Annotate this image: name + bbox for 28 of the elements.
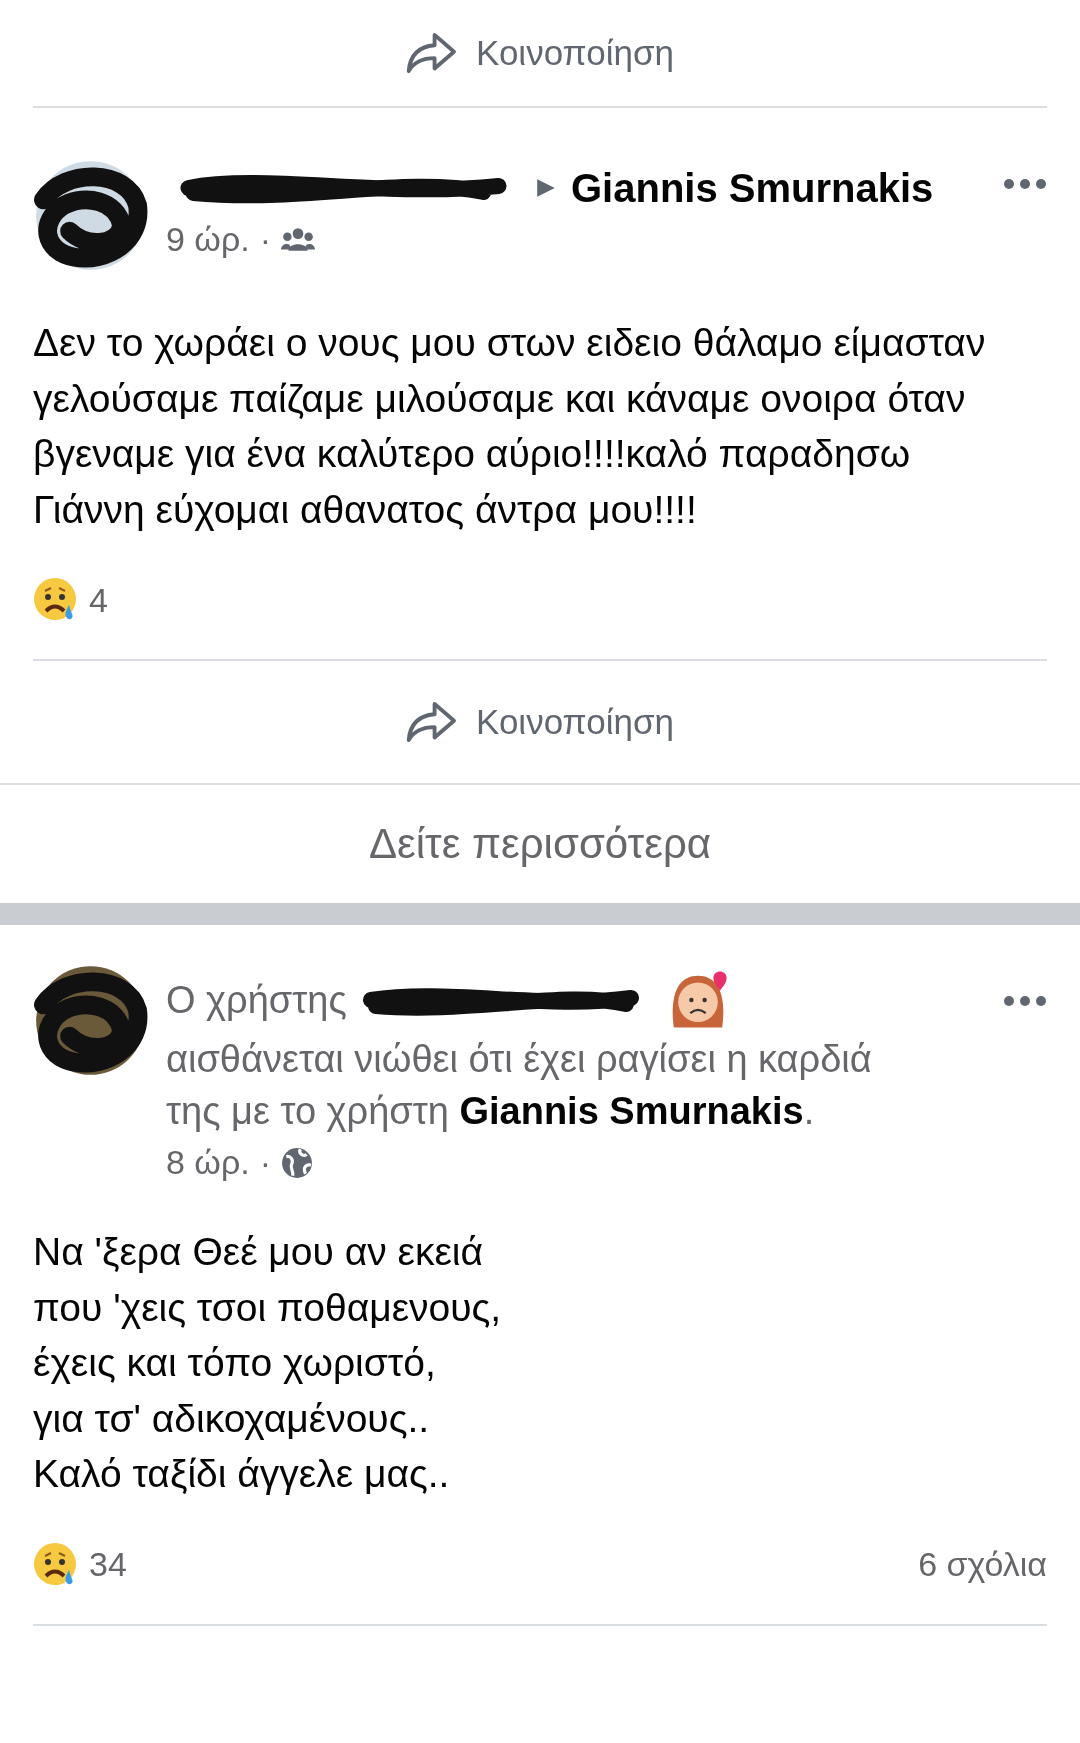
avatar[interactable] (33, 963, 148, 1078)
separator-dot: · (259, 1143, 272, 1182)
post-text-line: Να 'ξερα Θεέ μου αν εκειά (33, 1229, 485, 1275)
separator-dot: · (259, 220, 272, 259)
post-text-line: για τσ' αδικοχαμένους.. (33, 1395, 431, 1442)
reaction-count[interactable]: 4 (89, 580, 108, 620)
post-time[interactable]: 9 ώρ. (166, 220, 250, 259)
more-options-icon[interactable] (1003, 995, 1047, 1007)
author-prefix: Ο χρήστης (166, 978, 347, 1022)
comment-count[interactable]: 6 σχόλια (918, 1545, 1047, 1584)
see-more-button[interactable]: Δείτε περισσότερα (0, 785, 1080, 903)
arrow-icon (535, 177, 557, 199)
profile-name[interactable]: Giannis Smurnakis (571, 165, 934, 211)
post-text: Δεν το χωράει ο νους μου στων ειδειο θάλαμο είμασταν γελούσαμε παίζαμε μιλούσαμε και κάναμε ονοιρα όταν βγεναμε για ένα καλύτερο αύριο!!!!καλό παραδησω Γιάννη εύχομαι αθανατος άντρα μου!!!! (33, 320, 987, 533)
share-icon (405, 31, 458, 75)
share-button[interactable]: Κοινοποίηση (397, 27, 683, 79)
post-text-line: Καλό ταξίδι άγγελε μας.. (33, 1451, 451, 1497)
sad-reaction-icon (33, 1541, 79, 1588)
post-time[interactable]: 8 ώρ. (166, 1143, 250, 1182)
more-options-icon[interactable] (1003, 178, 1047, 190)
feeling-text: αισθάνεται νιώθει ότι έχει ραγίσει η καρδιά της με το χρήστη Giannis Smurnakis. (166, 1037, 873, 1134)
share-button[interactable]: Κοινοποίηση (397, 696, 683, 748)
sad-reaction-icon (33, 577, 79, 623)
post-text-line: που 'χεις τσοι ποθαμενους, (33, 1284, 503, 1331)
post-text-line: έχεις και τόπο χωριστό, (33, 1340, 437, 1386)
reaction-count[interactable]: 34 (89, 1545, 127, 1584)
avatar[interactable] (33, 158, 148, 273)
share-icon (405, 700, 458, 744)
